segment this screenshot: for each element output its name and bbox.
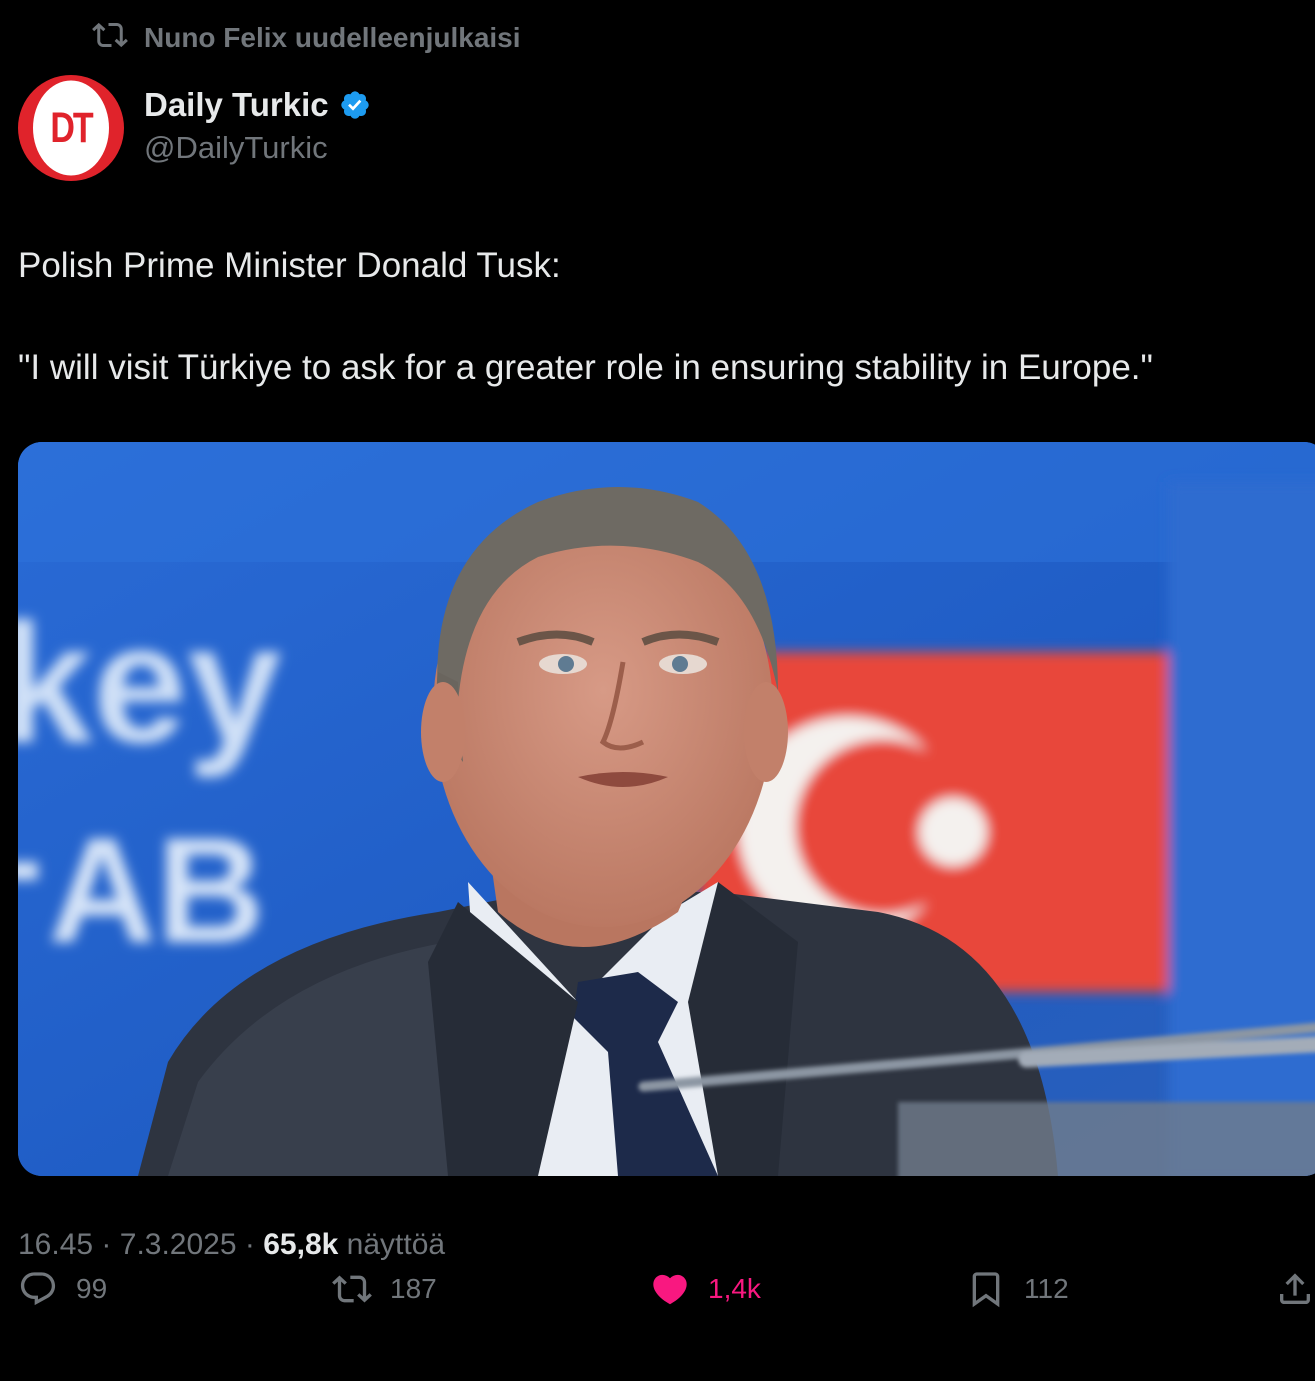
tweet-text: Polish Prime Minister Donald Tusk: "I wi… xyxy=(18,240,1298,393)
reply-button[interactable]: 99 xyxy=(18,1262,107,1316)
avatar[interactable]: DT xyxy=(18,75,124,181)
like-button[interactable]: 1,4k xyxy=(650,1262,761,1316)
meta-separator: · xyxy=(101,1228,112,1261)
photo-bg-text: AB xyxy=(48,806,265,974)
views-label: näyttöä xyxy=(346,1228,446,1261)
reply-icon xyxy=(18,1269,58,1309)
author-handle[interactable]: @DailyTurkic xyxy=(144,130,371,166)
repost-icon xyxy=(92,17,128,60)
author-block: Daily Turkic @DailyTurkic xyxy=(144,86,371,166)
share-button[interactable] xyxy=(1275,1262,1315,1316)
meta-separator: · xyxy=(244,1228,255,1261)
repost-button[interactable]: 187 xyxy=(332,1262,437,1316)
tweet-photo[interactable]: key AB xyxy=(18,442,1315,1176)
repost-count: 187 xyxy=(390,1273,437,1304)
bookmark-icon xyxy=(966,1269,1006,1309)
tweet-paragraph: "I will visit Türkiye to ask for a great… xyxy=(18,348,1153,387)
bookmark-count: 112 xyxy=(1024,1273,1069,1304)
like-count: 1,4k xyxy=(708,1273,761,1304)
tweet-metadata: 16.45 · 7.3.2025 · 65,8k näyttöä xyxy=(18,1228,445,1262)
verified-badge-icon[interactable] xyxy=(339,89,371,121)
heart-icon xyxy=(650,1269,690,1309)
photo-bg-text: key xyxy=(18,589,282,779)
share-icon xyxy=(1275,1269,1315,1309)
photo-illustration: key AB xyxy=(18,442,1315,1176)
tweet-time[interactable]: 16.45 xyxy=(18,1228,93,1261)
repost-indicator[interactable]: Nuno Felix uudelleenjulkaisi xyxy=(92,18,521,58)
bookmark-button[interactable]: 112 xyxy=(966,1262,1069,1316)
tweet-paragraph: Polish Prime Minister Donald Tusk: xyxy=(18,246,561,285)
views-count: 65,8k xyxy=(263,1228,339,1261)
avatar-logo-text: DT xyxy=(33,80,109,176)
reply-count: 99 xyxy=(76,1273,108,1304)
repost-icon xyxy=(332,1269,372,1309)
repost-label: Nuno Felix uudelleenjulkaisi xyxy=(144,22,521,53)
tweet-date[interactable]: 7.3.2025 xyxy=(120,1228,237,1261)
author-display-name[interactable]: Daily Turkic xyxy=(144,86,329,124)
action-bar: 99 187 1,4k 112 xyxy=(0,1262,1315,1316)
